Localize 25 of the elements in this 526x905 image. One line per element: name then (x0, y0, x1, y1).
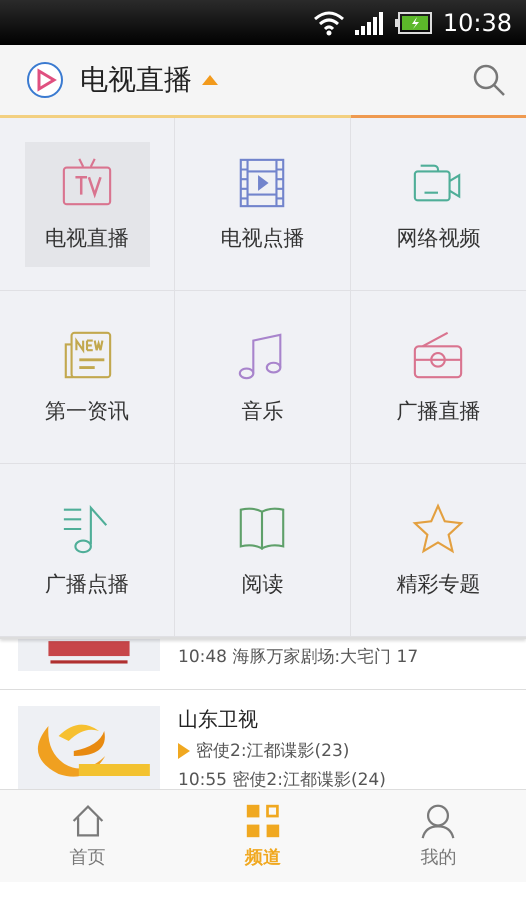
menu-item[interactable]: 精彩专题 (376, 488, 501, 612)
menu-item[interactable]: 第一资讯 (24, 314, 150, 440)
program-schedule: 10:55 密使2:江都谍影(24) (178, 769, 386, 789)
menu-item[interactable]: 电视直播 (24, 142, 150, 266)
menu-item[interactable]: 电视点播 (200, 142, 325, 266)
signal-icon (354, 10, 385, 34)
battery-icon (394, 12, 433, 34)
person-icon (420, 803, 456, 839)
nav-tab[interactable]: 我的 (350, 790, 526, 882)
wifi-icon (312, 10, 345, 36)
grid-icon (244, 803, 281, 839)
menu-item[interactable]: 广播直播 (376, 314, 501, 440)
menu-item[interactable]: 网络视频 (376, 142, 501, 266)
app-logo-icon (26, 61, 64, 99)
search-icon[interactable] (472, 63, 506, 97)
nav-tab[interactable]: 首页 (0, 790, 176, 882)
header-title[interactable]: 电视直播 (80, 61, 192, 99)
program-title: 密使2:江都谍影(23) (196, 740, 350, 762)
play-icon (178, 742, 190, 758)
menu-item[interactable]: 音乐 (200, 314, 325, 440)
menu-item[interactable]: 阅读 (200, 488, 325, 612)
channel-name: 山东卫视 (178, 706, 259, 733)
menu-item[interactable]: 广播点播 (24, 488, 150, 612)
clock-time: 10:38 (442, 8, 512, 36)
program-schedule: 10:48 海豚万家剧场:大宅门 17 (178, 646, 418, 668)
